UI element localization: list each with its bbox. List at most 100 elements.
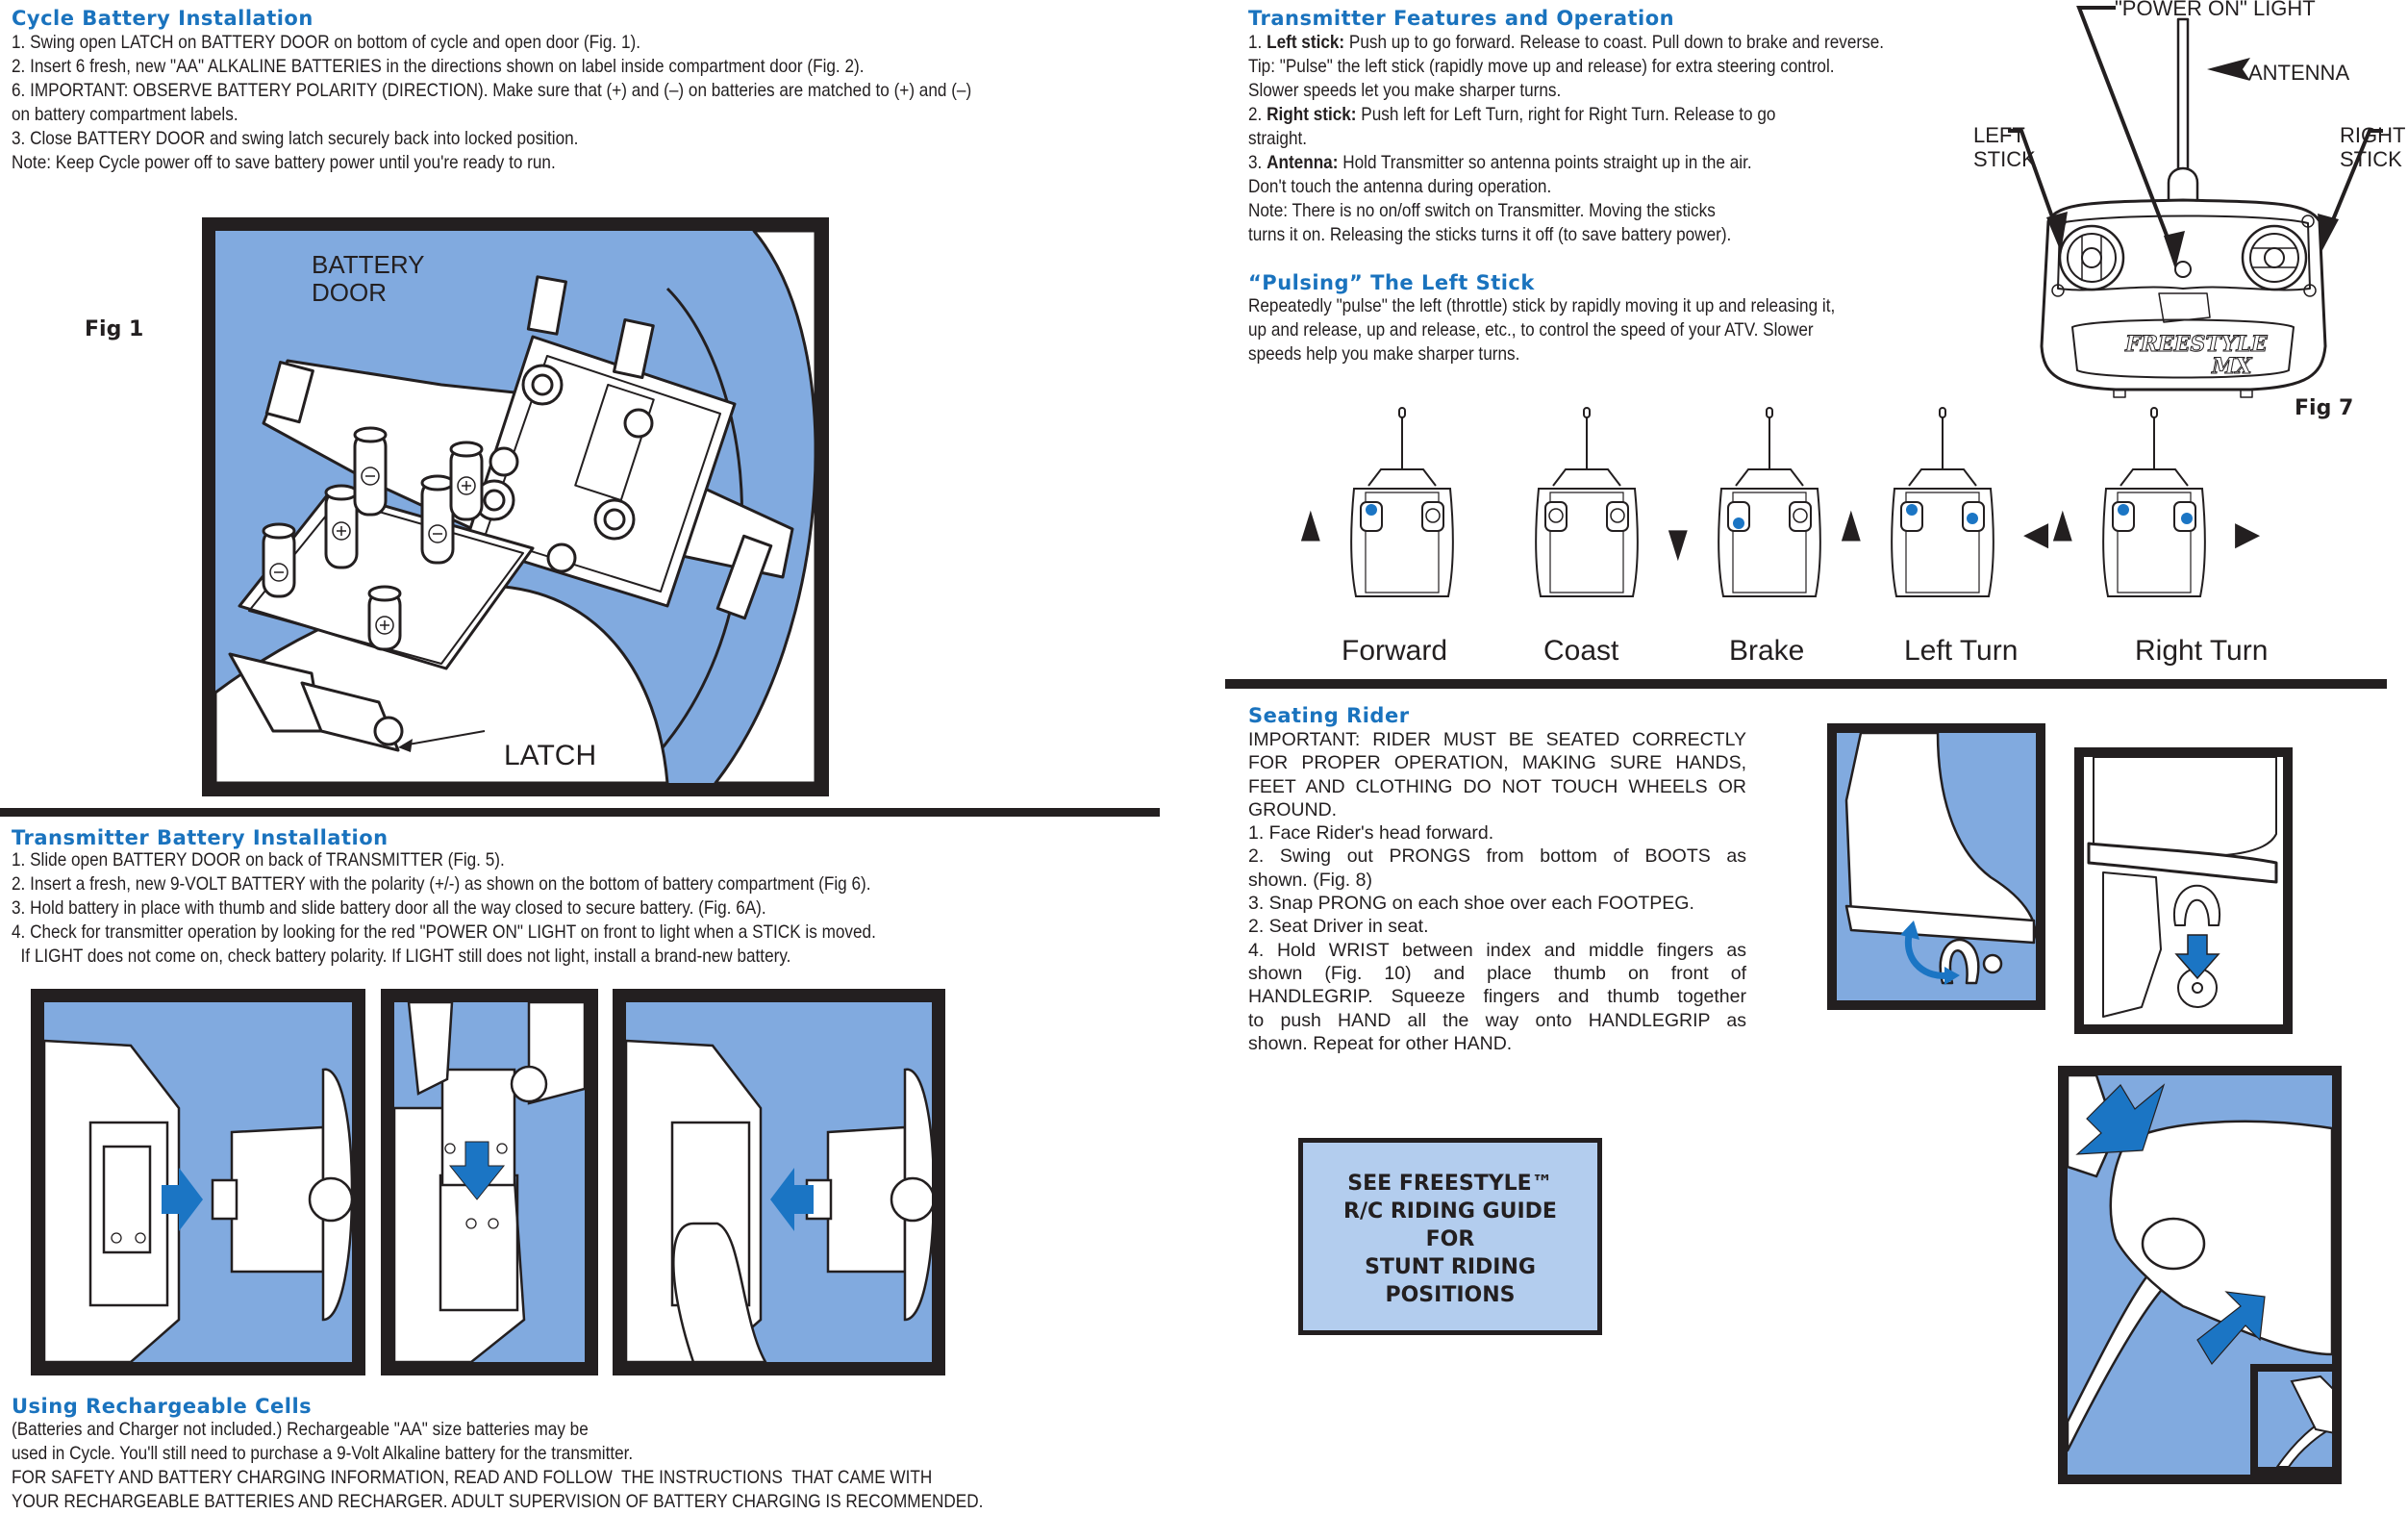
transmitter-step: 1. Slide open BATTERY DOOR on back of TR… [12,849,505,871]
transmitter-features-list: 1. Left stick: Push up to go forward. Re… [1248,31,1884,247]
transmitter-feature-line: 3. Antenna: Hold Transmitter so antenna … [1248,151,1884,175]
fig-5-open-battery-door [31,989,365,1375]
rechargeable-line: used in Cycle. You'll still need to purc… [12,1443,634,1464]
fig-10-inset-handlegrip [2250,1364,2332,1475]
feature-description: straight. [1248,128,1308,149]
battery-door-label-line: BATTERY [312,250,425,279]
arrow-down-icon: ▼ [1662,514,1694,573]
transmitter-feature-line: turns it on. Releasing the sticks turns … [1248,223,1884,247]
stick-indicator [1793,508,1808,523]
seating-rider-line: GROUND. [1248,798,1338,820]
pulsing-line: speeds help you make sharper turns. [1248,343,1520,365]
transmitter-feature-line: 1. Left stick: Push up to go forward. Re… [1248,31,1884,55]
arrow-up-icon: ▲ [1294,494,1327,554]
transmitter-forward [1350,407,1454,597]
right-stick-label: RIGHT STICK [2340,123,2405,171]
rechargeable-line: (Batteries and Charger not included.) Re… [12,1419,589,1440]
cycle-step: 3. Close BATTERY DOOR and swing latch se… [12,128,579,149]
stick-indicator [2118,504,2129,516]
transmitter-right-turn [2102,407,2206,597]
arrow-up-icon: ▲ [2046,494,2079,554]
seating-rider-line: to push HAND all the way onto HANDLEGRIP… [1248,1009,1746,1031]
seating-rider-line: HANDLEGRIP. Squeeze fingers and thumb to… [1248,986,1746,1008]
pulsing-title: “Pulsing” The Left Stick [1248,271,1535,294]
rechargeable-line: FOR SAFETY AND BATTERY CHARGING INFORMAT… [12,1467,933,1488]
left-stick-label-line: LEFT [1973,123,2025,147]
mx-logo-text: MX [2211,354,2252,379]
rechargeable-text: (Batteries and Charger not included.) Re… [12,1418,983,1514]
stick-indicator [1733,517,1744,529]
left-stick-label: LEFT STICK [1973,123,2036,171]
fig-9-drawing [2087,757,2278,1018]
control-positions-row: ▲ Forward Coast ▼ Brake ▲ ◀ Left Turn ▲ ▶ Right Tu… [1289,404,2404,673]
feature-term: Antenna: [1267,152,1339,173]
transmitter-brake [1718,407,1821,597]
feature-number: 2. [1248,104,1267,125]
callout-line: R/C RIDING GUIDE [1343,1199,1557,1224]
arrow-right-icon: ▶ [2235,516,2261,552]
transmitter-feature-line: Don't touch the antenna during operation… [1248,175,1884,199]
feature-description: turns it on. Releasing the sticks turns … [1248,224,1732,245]
fig-6-insert-battery [381,989,598,1375]
arrow-up-icon: ▲ [1835,494,1868,554]
fig-6-drawing [394,1002,585,1362]
feature-term: Left stick: [1267,32,1345,53]
stick-indicator [2181,513,2193,524]
seating-rider-line: 3. Snap PRONG on each shoe over each FOO… [1248,893,1694,915]
transmitter-battery-steps: 1. Slide open BATTERY DOOR on back of TR… [12,848,876,969]
feature-term: Right stick: [1267,104,1357,125]
callout-line: SEE FREESTYLE™ [1347,1172,1553,1196]
fig-9-footpeg-illustration [2074,747,2293,1034]
fig-6a-drawing [626,1039,932,1362]
stick-indicator [1906,504,1918,516]
power-on-light-label: "POWER ON" LIGHT [2115,0,2316,20]
seating-rider-line: 1. Face Rider's head forward. [1248,822,1494,845]
right-stick-label-line: RIGHT [2340,123,2406,147]
pulsing-line: up and release, up and release, etc., to… [1248,319,1814,341]
stick-indicator [1425,508,1441,523]
seating-rider-line: shown (Fig. 10) and place thumb on front… [1248,962,1746,984]
seating-rider-line: 4. Hold WRIST between index and middle f… [1248,939,1746,961]
fig-1-label: Fig 1 [85,317,144,341]
transmitter-step: If LIGHT does not come on, check battery… [12,946,791,967]
cycle-step: on battery compartment labels. [12,104,238,125]
seating-rider-line: IMPORTANT: RIDER MUST BE SEATED CORRECTL… [1248,729,1746,750]
transmitter-features-title: Transmitter Features and Operation [1248,7,1675,30]
battery-door-label: BATTERY DOOR [312,251,425,307]
transmitter-step: 2. Insert a fresh, new 9-VOLT BATTERY wi… [12,873,871,895]
antenna-label: ANTENNA [2248,61,2350,85]
pulsing-line: Repeatedly "pulse" the left (throttle) s… [1248,295,1836,316]
cycle-step: 2. Insert 6 fresh, new "AA" ALKALINE BAT… [12,56,865,77]
pulsing-text: Repeatedly "pulse" the left (throttle) s… [1248,294,1835,366]
seating-rider-line: FEET AND CLOTHING DO NOT TOUCH WHEELS OR [1248,775,1746,797]
stunt-riding-guide-callout: SEE FREESTYLE™ R/C RIDING GUIDE FOR STUN… [1298,1138,1602,1335]
seating-rider-line: shown. (Fig. 8) [1248,869,1372,891]
stick-indicator [1967,513,1978,524]
feature-description: Push up to go forward. Release to coast.… [1344,32,1885,53]
section-divider [1225,679,2387,689]
seating-rider-line: shown. Repeat for other HAND. [1248,1032,1513,1054]
transmitter-feature-line: Tip: "Pulse" the left stick (rapidly mov… [1248,55,1884,79]
transmitter-feature-line: 2. Right stick: Push left for Left Turn,… [1248,103,1884,127]
stick-indicator [1548,508,1564,523]
control-label: Coast [1543,635,1619,667]
feature-description: Hold Transmitter so antenna points strai… [1338,152,1752,173]
transmitter-left-turn [1891,407,1994,597]
fig-8-boot-prong-illustration [1827,723,2045,1010]
transmitter-coast [1535,407,1639,597]
fig-5-drawing [44,1039,352,1362]
section-divider [0,808,1160,817]
fig-6a-close-battery-door [613,989,945,1375]
rechargeable-title: Using Rechargeable Cells [12,1395,313,1418]
battery-door-label-line: DOOR [312,278,387,307]
feature-description: Don't touch the antenna during operation… [1248,176,1552,197]
seating-rider-title: Seating Rider [1248,704,1410,727]
feature-description: Slower speeds let you make sharper turns… [1248,80,1562,101]
seating-rider-line: FOR PROPER OPERATION, MAKING SURE HANDS, [1248,752,1746,774]
fig-10-inset-drawing [2275,1375,2332,1467]
control-label: Right Turn [2135,635,2269,667]
cycle-step: 1. Swing open LATCH on BATTERY DOOR on b… [12,32,640,53]
seating-rider-line: 2. Seat Driver in seat. [1248,916,1429,938]
control-label: Left Turn [1904,635,2019,667]
cycle-battery-steps: 1. Swing open LATCH on BATTERY DOOR on b… [12,31,971,175]
